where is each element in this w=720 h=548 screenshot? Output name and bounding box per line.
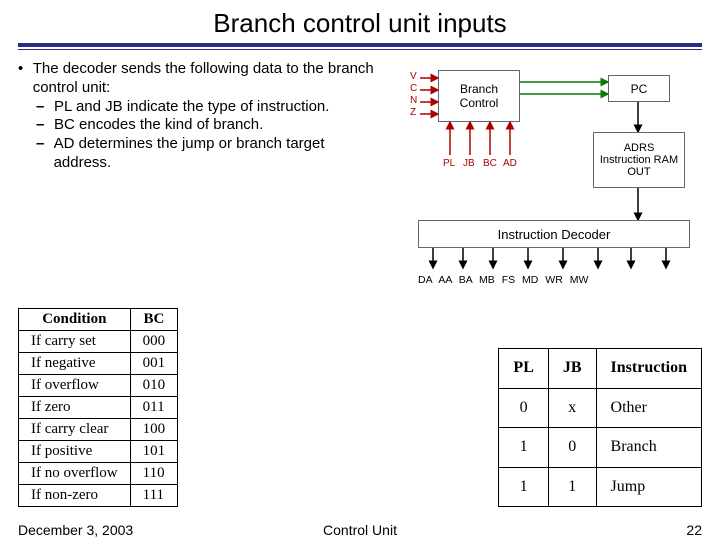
footer-date: December 3, 2003 [18,522,133,538]
pljb-h1: PL [499,349,548,389]
ram-out-label: OUT [627,166,650,178]
table-cell: If non-zero [19,485,131,507]
table-cell: 011 [130,397,178,419]
table-cell: 100 [130,419,178,441]
diagram-area: Branch Control PC ADRS Instruction RAM O… [378,60,698,260]
table-cell: 111 [130,485,178,507]
decoder-output-labels: DA AA BA MB FS MD WR MW [418,274,698,286]
table-cell: If negative [19,353,131,375]
footer: December 3, 2003 Control Unit 22 [18,522,702,538]
bullet-sub-2: BC encodes the kind of branch. [54,116,263,135]
pc-box: PC [608,75,670,102]
table-cell: If carry set [19,331,131,353]
table-cell: 1 [499,428,548,468]
table-cell: 110 [130,463,178,485]
flag-v-label: V [410,71,417,82]
page-title: Branch control unit inputs [0,8,720,39]
flag-z-label: Z [410,107,416,118]
bullet-main: The decoder sends the following data to … [33,60,378,98]
table-cell: 1 [499,467,548,507]
bullet-sub-3: AD determines the jump or branch target … [54,135,378,173]
pljb-h3: Instruction [596,349,701,389]
branch-control-box: Branch Control [438,70,520,122]
table-cell: 010 [130,375,178,397]
flag-n-label: N [410,95,417,106]
table-cell: 000 [130,331,178,353]
table-cell: 0 [548,428,596,468]
bullet-text: •The decoder sends the following data to… [18,60,378,260]
table-cell: 1 [548,467,596,507]
table-cell: If zero [19,397,131,419]
ram-adrs-label: ADRS [624,142,655,154]
pljb-h2: JB [548,349,596,389]
title-rule-thin [18,49,702,50]
table-cell: Jump [596,467,701,507]
table-cell: If overflow [19,375,131,397]
table-cell: Other [596,388,701,428]
table-cell: Branch [596,428,701,468]
table-cell: 001 [130,353,178,375]
sig-pl-label: PL [443,158,455,169]
table-cell: If no overflow [19,463,131,485]
sig-bc-label: BC [483,158,497,169]
condition-table: ConditionBC If carry set000 If negative0… [18,308,178,507]
flag-c-label: C [410,83,417,94]
sig-jb-label: JB [463,158,475,169]
pl-jb-table: PL JB Instruction 0xOther 10Branch 11Jum… [498,348,702,507]
footer-page: 22 [686,522,702,538]
footer-center: Control Unit [323,522,397,538]
instruction-ram-box: ADRS Instruction RAM OUT [593,132,685,188]
sig-ad-label: AD [503,158,517,169]
cond-h2: BC [130,309,178,331]
ram-name-label: Instruction RAM [600,154,678,166]
cond-h1: Condition [19,309,131,331]
instruction-decoder-box: Instruction Decoder [418,220,690,248]
table-cell: x [548,388,596,428]
table-cell: 0 [499,388,548,428]
table-cell: 101 [130,441,178,463]
table-cell: If positive [19,441,131,463]
branch-control-label-2: Control [460,96,499,110]
table-cell: If carry clear [19,419,131,441]
bullet-sub-1: PL and JB indicate the type of instructi… [54,98,329,117]
branch-control-label-1: Branch [460,82,498,96]
title-rule [18,43,702,47]
